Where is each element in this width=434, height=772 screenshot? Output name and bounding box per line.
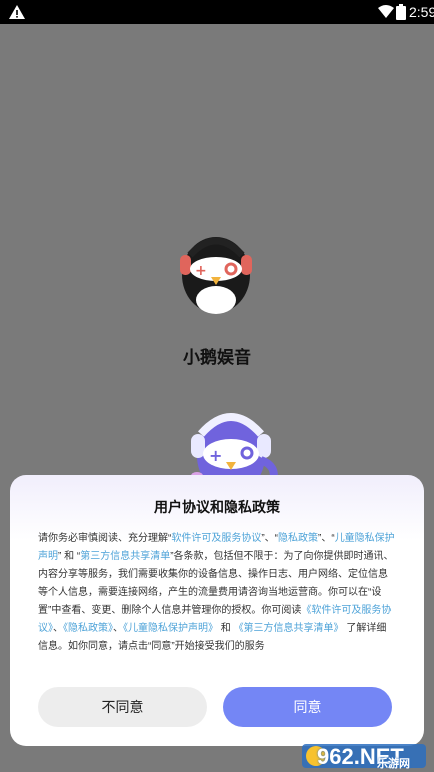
status-bar: 2:59: [0, 0, 434, 24]
policy-link[interactable]: 《第三方信息共享清单》: [234, 623, 344, 634]
body-text: ” 和 “: [58, 551, 81, 562]
policy-link[interactable]: 隐私政策: [278, 533, 318, 544]
decline-button[interactable]: 不同意: [38, 687, 207, 727]
body-text: 、: [53, 623, 63, 634]
body-text: ”、“: [318, 533, 335, 544]
battery-icon: [396, 4, 406, 20]
dialog-body: 请你务必审慎阅读、充分理解“软件许可及服务协议”、“隐私政策”、“儿童隐私保护声…: [38, 530, 396, 656]
svg-text:+: +: [195, 263, 207, 279]
svg-text:+: +: [209, 446, 222, 465]
body-text: ”、“: [261, 533, 279, 544]
body-text: 、: [113, 623, 123, 634]
policy-link[interactable]: 软件许可及服务协议: [171, 533, 261, 544]
body-text: 请你务必审慎阅读、充分理解“: [38, 533, 172, 544]
warning-icon: [9, 5, 25, 19]
policy-link[interactable]: 《儿童隐私保护声明》: [123, 623, 218, 634]
policy-link[interactable]: 《隐私政策》: [63, 623, 113, 634]
wifi-icon: [378, 5, 394, 18]
agree-button[interactable]: 同意: [223, 687, 392, 727]
app-logo-icon: +: [180, 237, 252, 314]
body-text: 和: [218, 623, 234, 634]
app-name: 小鹅娱音: [183, 348, 251, 367]
watermark-sub: 乐游网: [377, 758, 410, 770]
status-time: 2:59: [409, 4, 434, 20]
policy-link[interactable]: 第三方信息共享清单: [80, 551, 170, 562]
dialog-title: 用户协议和隐私政策: [154, 499, 280, 515]
